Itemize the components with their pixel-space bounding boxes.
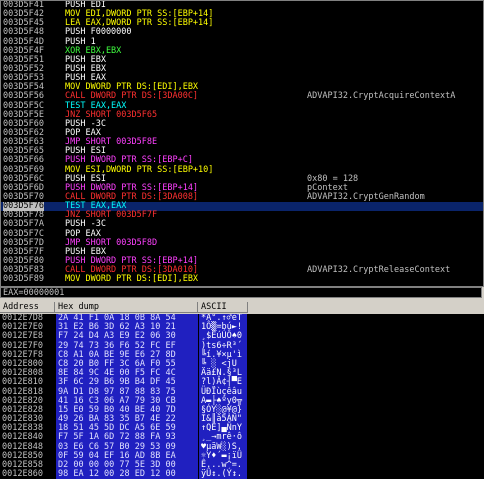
instruction-comment: ADVAPI32.CryptReleaseContext: [307, 265, 451, 276]
instruction-address: 003D5F89: [3, 274, 44, 285]
dump-hex-bytes: 98 EA 12 00 28 ED 12 00: [56, 469, 198, 479]
disasm-row[interactable]: 003D5F89 MOV DWORD PTR DS:[EDI],EBX: [1, 275, 483, 284]
dump-rows[interactable]: 0012E7D8 2A 41 F1 0A 18 0B 8A 54 *A°.↑♂èT 0…: [0, 314, 484, 479]
register-status-bar: EAX=00000001: [0, 287, 482, 298]
dump-address: 0012E860: [2, 469, 43, 479]
instruction-text: MOV DWORD PTR DS:[EDI],EBX: [65, 274, 199, 285]
hex-dump-pane: Address Hex dump ASCII 0012E7D8 2A 41 F1 …: [0, 301, 484, 479]
disassembly-pane[interactable]: 003D5F41 PUSH EDI 003D5F42 MOV EDI,DWORD PT…: [0, 0, 484, 287]
dump-row[interactable]: 0012E860 98 EA 12 00 28 ED 12 00 ÿÛ↕.(Ý↕.: [0, 469, 484, 479]
column-header-address[interactable]: Address: [0, 302, 55, 313]
instruction-comment: ADVAPI32.CryptGenRandom: [307, 191, 425, 202]
debugger-window: 003D5F41 PUSH EDI 003D5F42 MOV EDI,DWORD PT…: [0, 0, 484, 479]
column-header-hex[interactable]: Hex dump: [55, 302, 198, 313]
column-header-ascii[interactable]: ASCII: [198, 302, 248, 313]
instruction-comment: ADVAPI32.CryptAcquireContextA: [307, 91, 456, 102]
dump-ascii: ÿÛ↕.(Ý↕.: [199, 469, 247, 479]
